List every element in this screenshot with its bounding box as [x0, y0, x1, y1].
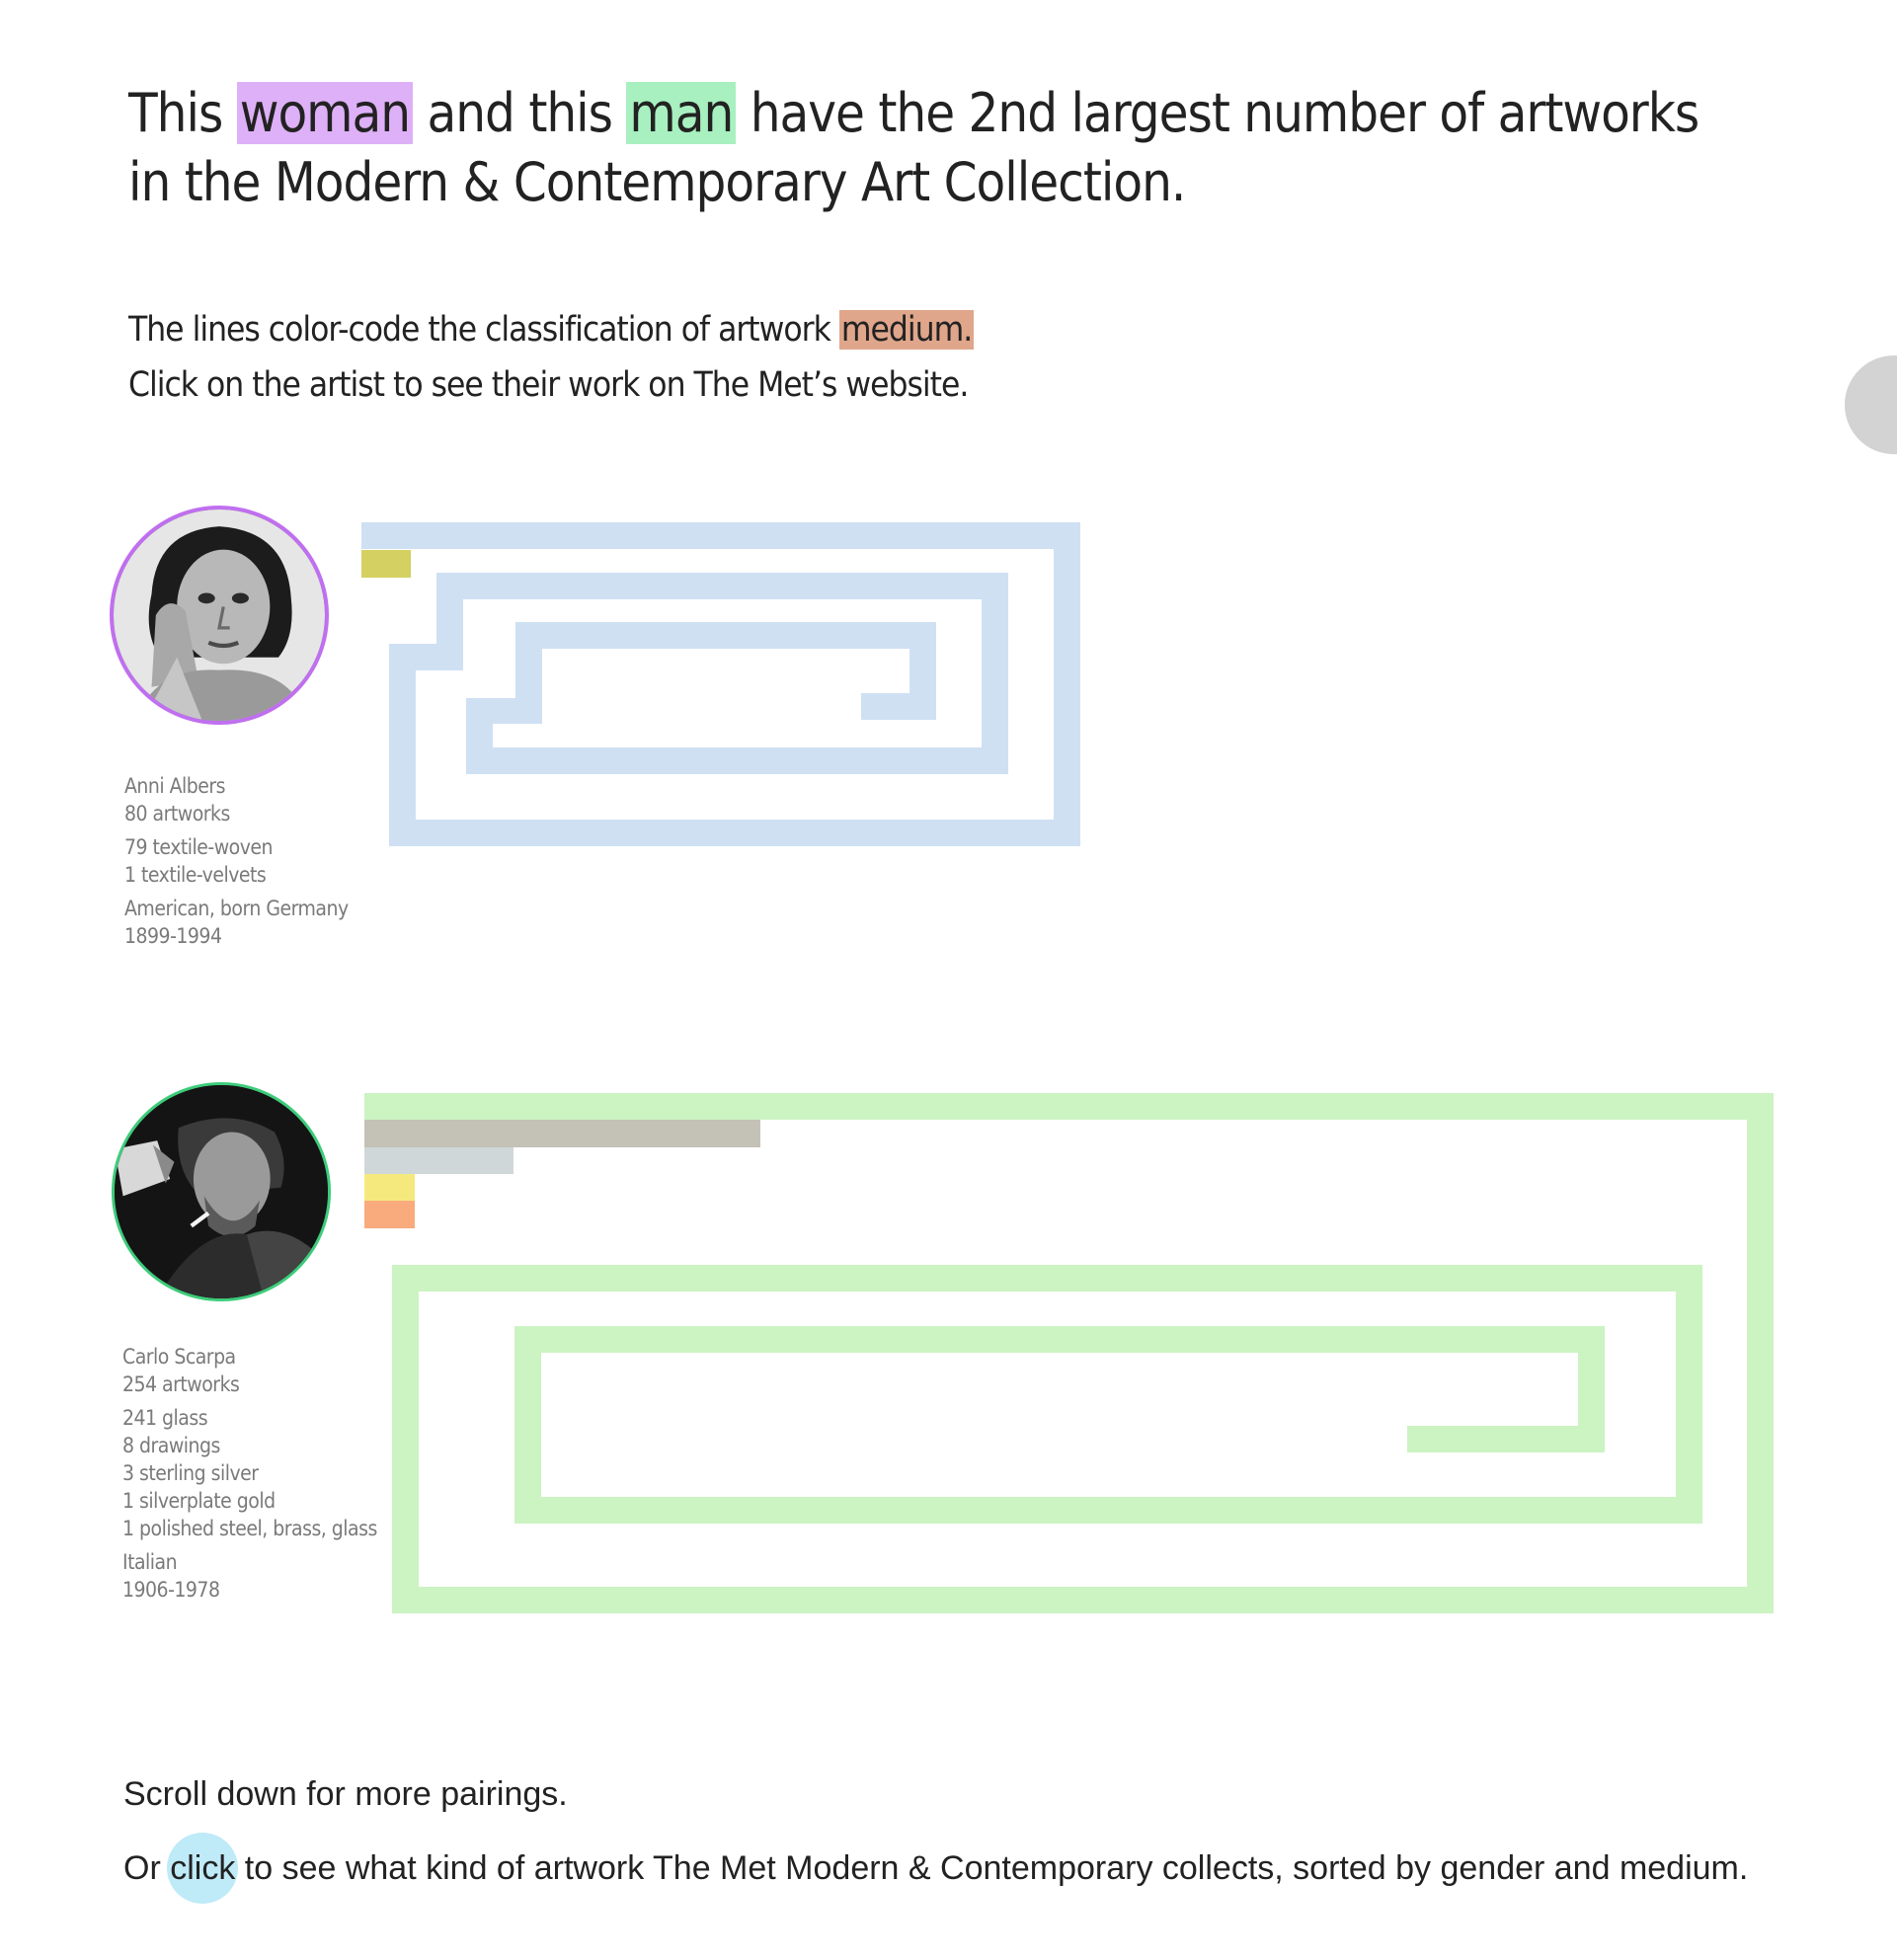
maze-polished-steel [364, 1201, 415, 1228]
artist-media: 79 textile-woven 1 textile-velvets [124, 833, 349, 889]
artist-bio: American, born Germany 1899-1994 [124, 895, 349, 950]
artist-summary: Carlo Scarpa 254 artworks [122, 1343, 377, 1398]
maze-sterling-silver [364, 1147, 514, 1174]
highlight-woman: woman [236, 82, 414, 144]
artist-info-carlo-scarpa: Carlo Scarpa 254 artworks 241 glass 8 dr… [122, 1343, 377, 1609]
maze-anni-albers [361, 522, 1080, 846]
intro-line-1: The lines color-code the classification … [128, 302, 1511, 357]
headline-text-1: This [128, 82, 237, 144]
medium-item: 79 textile-woven [124, 835, 274, 859]
highlight-medium: medium. [838, 310, 975, 350]
medium-item: 1 textile-velvets [124, 863, 267, 887]
artist-summary: Anni Albers 80 artworks [124, 772, 349, 827]
artist-dates: 1899-1994 [124, 924, 222, 948]
maze-textile-velvets [361, 550, 411, 578]
artist-dates: 1906-1978 [122, 1578, 220, 1602]
artist-nationality: American, born Germany [124, 897, 349, 920]
portrait-photo [114, 510, 325, 721]
headline: This woman and this man have the 2nd lar… [128, 79, 1748, 217]
artist-portrait-anni-albers[interactable] [110, 506, 329, 725]
artist-media: 241 glass 8 drawings 3 sterling silver 1… [122, 1404, 377, 1542]
medium-item: 3 sterling silver [122, 1461, 259, 1485]
medium-item: 8 drawings [122, 1434, 220, 1457]
artist-bio: Italian 1906-1978 [122, 1548, 377, 1604]
maze-drawings [364, 1120, 760, 1147]
medium-item: 1 polished steel, brass, glass [122, 1517, 377, 1540]
intro: The lines color-code the classification … [128, 302, 1511, 413]
maze-textile-woven [361, 522, 1080, 846]
headline-text-2: and this [413, 82, 627, 144]
medium-item: 1 silverplate gold [122, 1489, 276, 1513]
highlight-man: man [626, 82, 737, 144]
intro-line-2: Click on the artist to see their work on… [128, 365, 969, 405]
artist-portrait-carlo-scarpa[interactable] [112, 1082, 331, 1301]
overview-prompt: Or click to see what kind of artwork The… [123, 1833, 1749, 1904]
portrait-photo [115, 1085, 328, 1298]
overview-prefix: Or [123, 1849, 171, 1887]
medium-item: 241 glass [122, 1406, 208, 1430]
maze-silverplate-gold [364, 1174, 415, 1201]
overview-suffix: to see what kind of artwork The Met Mode… [235, 1849, 1749, 1887]
side-tab[interactable] [1845, 355, 1897, 454]
artist-info-anni-albers: Anni Albers 80 artworks 79 textile-woven… [124, 772, 349, 956]
artist-name: Anni Albers [124, 774, 226, 798]
overview-click-link[interactable]: click [167, 1833, 239, 1904]
maze-carlo-scarpa [364, 1093, 1774, 1613]
artist-count: 254 artworks [122, 1372, 240, 1396]
artist-count: 80 artworks [124, 802, 230, 825]
artwork-mazes [361, 522, 1774, 1613]
artist-nationality: Italian [122, 1550, 178, 1574]
artist-name: Carlo Scarpa [122, 1345, 236, 1369]
intro-line-1-text: The lines color-code the classification … [128, 310, 839, 350]
scroll-hint: Scroll down for more pairings. [123, 1775, 568, 1813]
maze-glass [364, 1093, 1774, 1613]
